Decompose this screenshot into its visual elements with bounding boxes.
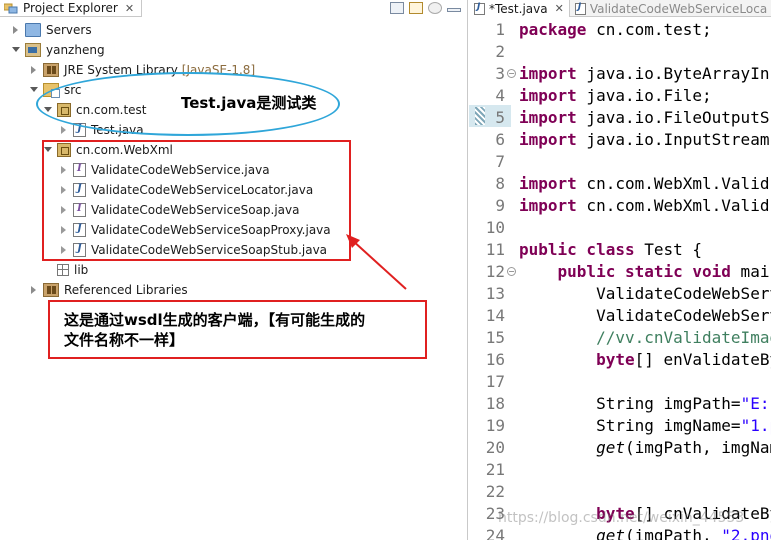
line-number-gutter: 1 2 3 4 5 6 7 8 9 10 11 12 13 14 15 16 1…	[469, 17, 516, 540]
line-number: 20	[485, 438, 505, 457]
code-line: import java.io.File;	[519, 85, 712, 107]
line-number: 3	[495, 64, 505, 83]
tab-label: ValidateCodeWebServiceLoca	[589, 1, 768, 16]
annotation-note: 这是通过wsdl生成的客户端，【有可能生成的 文件名称不一样】	[48, 300, 427, 359]
code-keyword: import	[519, 64, 577, 83]
line-number: 10	[485, 218, 505, 237]
code-text: String	[519, 416, 664, 435]
code-keyword: import	[519, 174, 577, 193]
code-line: public class Test {	[519, 239, 702, 261]
close-icon[interactable]: ✕	[555, 2, 564, 15]
code-line: import cn.com.WebXml.Valid	[519, 195, 769, 217]
code-text: java.io.ByteArrayIn	[576, 64, 770, 83]
code-text: java.io.FileOutputS	[576, 108, 770, 127]
code-line: String imgName="1.p	[519, 415, 771, 437]
line-number: 9	[495, 196, 505, 215]
line-number: 2	[495, 42, 505, 61]
tab-validatecode-locator[interactable]: ValidateCodeWebServiceLoca	[570, 0, 771, 17]
line-number: 6	[495, 130, 505, 149]
code-keyword: import	[519, 108, 577, 127]
code-line: ValidateCodeWebServ	[519, 306, 771, 325]
line-number: 12	[485, 262, 505, 281]
code-line: import java.io.ByteArrayIn	[519, 63, 769, 85]
fold-toggle-icon[interactable]: −	[507, 267, 516, 276]
line-number: 19	[485, 416, 505, 435]
tab-label: *Test.java	[489, 1, 548, 16]
editor-tabs: *Test.java ✕ ValidateCodeWebServiceLoca	[469, 0, 771, 17]
line-number: 1	[495, 20, 505, 39]
code-line: get(imgPath, "2.png	[519, 525, 771, 540]
code-line: package cn.com.test;	[519, 19, 712, 41]
code-method: get	[596, 526, 625, 540]
code-text: java.io.InputStream	[576, 130, 770, 149]
code-line: public static void main	[519, 261, 771, 283]
code-line: byte[] enValidateBy	[519, 349, 771, 371]
code-line: import cn.com.WebXml.Valid	[519, 173, 769, 195]
annotation-note-line2: 文件名称不一样】	[64, 331, 185, 349]
annotation-arrow	[346, 234, 407, 290]
line-number: 14	[485, 306, 505, 325]
code-text: imgName=	[663, 416, 741, 435]
code-area[interactable]: package cn.com.test; import java.io.Byte…	[519, 17, 771, 540]
code-text: java.io.File;	[576, 86, 712, 105]
code-text: cn.com.test;	[586, 20, 712, 39]
line-number: 16	[485, 350, 505, 369]
code-comment: //vv.cnValidateImag	[519, 328, 771, 347]
code-text: [] enValidateBy	[634, 350, 771, 369]
code-keyword: import	[519, 86, 577, 105]
code-text: (imgPath, imgNam	[624, 438, 771, 457]
annotation-note-line1: 这是通过wsdl生成的客户端，【有可能生成的	[64, 311, 366, 329]
tab-test-java[interactable]: *Test.java ✕	[469, 0, 570, 17]
watermark-text: https://blog.csdn.net/weixin_44553	[498, 510, 745, 526]
code-keyword: import	[519, 196, 577, 215]
code-text: String	[519, 394, 664, 413]
line-number: 18	[485, 394, 505, 413]
line-number: 13	[485, 284, 505, 303]
line-number: 5	[495, 108, 505, 127]
line-number: 11	[485, 240, 505, 259]
line-number: 24	[485, 526, 505, 540]
code-keyword: import	[519, 130, 577, 149]
project-explorer-view: Project Explorer ✕ Servers yanzheng JRE …	[0, 0, 468, 540]
code-string: "E:	[740, 394, 770, 413]
line-number: 15	[485, 328, 505, 347]
line-number: 7	[495, 152, 505, 171]
line-number: 8	[495, 174, 505, 193]
java-file-icon	[474, 2, 485, 15]
code-text: main	[740, 262, 771, 281]
code-method: get	[596, 438, 625, 457]
fold-toggle-icon[interactable]: −	[507, 69, 516, 78]
java-file-icon	[574, 2, 586, 15]
code-text: Test {	[634, 240, 703, 259]
code-line: import java.io.InputStream	[519, 129, 769, 151]
line-number: 17	[485, 372, 505, 391]
code-string: "1.p	[740, 416, 771, 435]
code-line: get(imgPath, imgNam	[519, 437, 771, 459]
line-number: 4	[495, 86, 505, 105]
code-text: (imgPath,	[624, 526, 722, 540]
java-editor: *Test.java ✕ ValidateCodeWebServiceLoca …	[469, 0, 771, 540]
code-line: String imgPath="E:	[519, 393, 769, 415]
code-keyword: public class	[519, 240, 635, 259]
code-keyword: byte	[519, 350, 635, 369]
code-text: cn.com.WebXml.Valid	[576, 174, 770, 193]
line-number: 21	[485, 460, 505, 479]
line-number: 22	[485, 482, 505, 501]
code-text: imgPath=	[663, 394, 741, 413]
code-keyword: package	[519, 20, 587, 39]
code-text: cn.com.WebXml.Valid	[576, 196, 770, 215]
code-string: "2.png	[721, 526, 771, 540]
code-line: ValidateCodeWebServ	[519, 284, 771, 303]
code-keyword: public static void	[519, 262, 731, 281]
code-line: import java.io.FileOutputS	[519, 107, 769, 129]
